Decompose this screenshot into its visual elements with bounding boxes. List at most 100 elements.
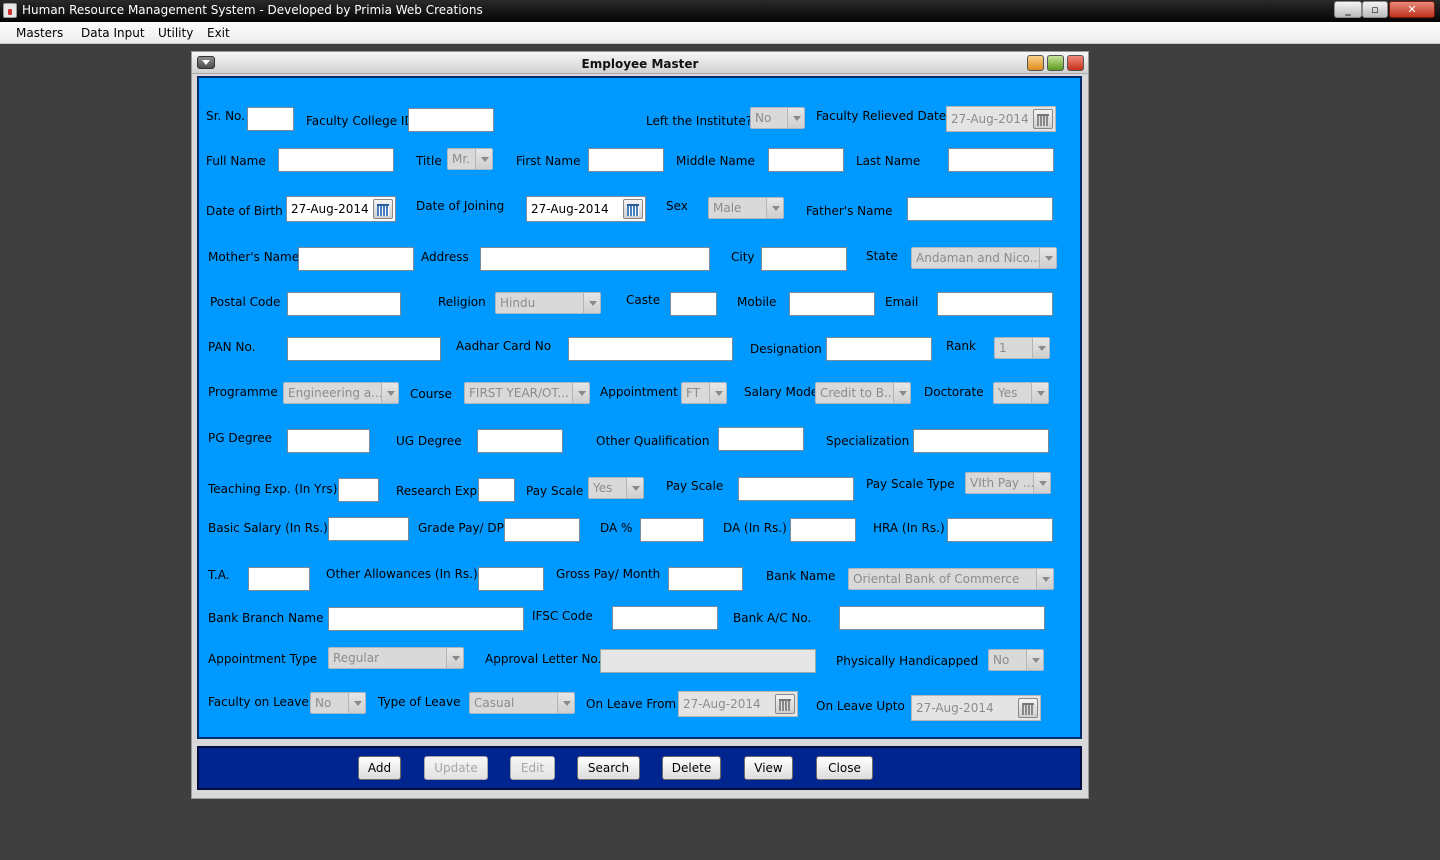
other-allowances-field[interactable]: [478, 567, 544, 591]
label-research-exp: Research Exp.: [396, 484, 481, 498]
salary-mode-select[interactable]: Credit to B...: [815, 382, 911, 404]
edit-button[interactable]: Edit: [510, 756, 555, 780]
religion-value: Hindu: [500, 296, 536, 310]
ifsc-field[interactable]: [612, 606, 718, 630]
doj-value: 27-Aug-2014: [531, 202, 609, 216]
course-value: FIRST YEAR/OT...: [469, 386, 569, 400]
teaching-exp-field[interactable]: [338, 478, 379, 502]
faculty-on-leave-value: No: [315, 696, 332, 710]
ta-field[interactable]: [248, 567, 310, 591]
faculty-college-id-field[interactable]: [408, 108, 494, 132]
programme-select[interactable]: Engineering a...: [283, 382, 399, 404]
state-select[interactable]: Andaman and Nico...: [911, 247, 1057, 269]
postal-code-field[interactable]: [287, 292, 401, 316]
research-exp-field[interactable]: [478, 478, 515, 502]
chevron-down-icon: [787, 108, 804, 128]
label-city: City: [731, 250, 755, 264]
pay-scale-field[interactable]: [738, 477, 854, 501]
doj-date-picker[interactable]: 27-Aug-2014: [526, 196, 646, 222]
approval-letter-field[interactable]: [600, 649, 816, 673]
email-field[interactable]: [937, 292, 1053, 316]
title-select[interactable]: Mr.: [447, 148, 493, 170]
religion-select[interactable]: Hindu: [495, 292, 601, 314]
last-name-field[interactable]: [948, 148, 1054, 172]
pan-no-field[interactable]: [287, 337, 441, 361]
chevron-down-icon: [893, 383, 910, 403]
calendar-icon[interactable]: [1018, 698, 1038, 718]
city-field[interactable]: [761, 247, 847, 271]
bank-branch-field[interactable]: [328, 607, 524, 631]
view-button[interactable]: View: [744, 756, 793, 780]
frame-close-icon[interactable]: [1067, 55, 1084, 71]
label-other-allowances: Other Allowances (In Rs.): [326, 567, 478, 581]
delete-button[interactable]: Delete: [662, 756, 721, 780]
menu-exit[interactable]: Exit: [207, 26, 230, 40]
mothers-name-field[interactable]: [298, 247, 414, 271]
frame-maximize-icon[interactable]: [1047, 55, 1064, 71]
search-button[interactable]: Search: [577, 756, 640, 780]
appointment-type-select[interactable]: Regular: [328, 647, 464, 669]
basic-salary-field[interactable]: [328, 517, 409, 541]
chevron-down-icon: [1032, 338, 1049, 358]
ug-degree-field[interactable]: [477, 429, 563, 453]
bank-ac-field[interactable]: [839, 606, 1045, 630]
sr-no-field[interactable]: [247, 107, 294, 131]
aadhar-field[interactable]: [568, 337, 733, 361]
label-faculty-college-id: Faculty College ID: [306, 114, 414, 128]
type-of-leave-select[interactable]: Casual: [469, 692, 575, 714]
address-field[interactable]: [480, 247, 710, 271]
pay-scale-select[interactable]: Yes: [588, 477, 644, 499]
pg-degree-field[interactable]: [287, 429, 370, 453]
sex-select[interactable]: Male: [708, 197, 784, 219]
on-leave-from-date-picker[interactable]: 27-Aug-2014: [678, 691, 798, 717]
window-close-button[interactable]: ✕: [1389, 1, 1435, 18]
grade-pay-field[interactable]: [504, 518, 580, 542]
frame-title: Employee Master: [581, 57, 699, 71]
add-button[interactable]: Add: [358, 756, 401, 780]
label-on-leave-from: On Leave From: [586, 697, 677, 711]
close-button[interactable]: Close: [816, 756, 873, 780]
mobile-field[interactable]: [789, 292, 875, 316]
first-name-field[interactable]: [588, 148, 664, 172]
gross-pay-field[interactable]: [668, 567, 743, 591]
caste-field[interactable]: [670, 292, 717, 316]
full-name-field[interactable]: [278, 148, 394, 172]
calendar-icon[interactable]: [623, 199, 643, 219]
middle-name-field[interactable]: [768, 148, 844, 172]
faculty-on-leave-select[interactable]: No: [310, 692, 366, 714]
da-rs-field[interactable]: [790, 518, 856, 542]
menu-masters[interactable]: Masters: [16, 26, 63, 40]
label-specialization: Specialization: [826, 434, 910, 448]
left-institute-select[interactable]: No: [750, 107, 805, 129]
label-pg-degree: PG Degree: [208, 431, 273, 445]
specialization-field[interactable]: [913, 429, 1049, 453]
fathers-name-field[interactable]: [907, 197, 1053, 221]
appointment-type-value: Regular: [333, 651, 380, 665]
doctorate-select[interactable]: Yes: [993, 382, 1049, 404]
label-email: Email: [885, 295, 919, 309]
menu-data-input[interactable]: Data Input: [81, 26, 145, 40]
bank-name-select[interactable]: Oriental Bank of Commerce: [848, 568, 1054, 590]
rank-select[interactable]: 1: [994, 337, 1050, 359]
faculty-relieved-date-picker[interactable]: 27-Aug-2014: [946, 106, 1056, 132]
dob-date-picker[interactable]: 27-Aug-2014: [286, 196, 396, 222]
window-minimize-button[interactable]: _: [1334, 1, 1362, 18]
designation-field[interactable]: [826, 337, 932, 361]
update-button[interactable]: Update: [424, 756, 488, 780]
other-qualification-field[interactable]: [718, 427, 804, 451]
pay-scale-type-select[interactable]: VIth Pay ...: [965, 472, 1051, 494]
appointment-select[interactable]: FT: [681, 382, 727, 404]
label-last-name: Last Name: [856, 154, 921, 168]
calendar-icon[interactable]: [373, 199, 393, 219]
on-leave-upto-date-picker[interactable]: 27-Aug-2014: [911, 695, 1041, 721]
course-select[interactable]: FIRST YEAR/OT...: [464, 382, 590, 404]
da-pct-field[interactable]: [640, 518, 704, 542]
menu-utility[interactable]: Utility: [158, 26, 193, 40]
physically-handicapped-select[interactable]: No: [988, 649, 1044, 671]
label-aadhar: Aadhar Card No: [456, 339, 552, 353]
calendar-icon[interactable]: [775, 694, 795, 714]
window-restore-button[interactable]: ▫: [1362, 1, 1388, 18]
hra-field[interactable]: [947, 518, 1053, 542]
frame-minimize-icon[interactable]: [1027, 55, 1044, 71]
calendar-icon[interactable]: [1033, 109, 1053, 129]
